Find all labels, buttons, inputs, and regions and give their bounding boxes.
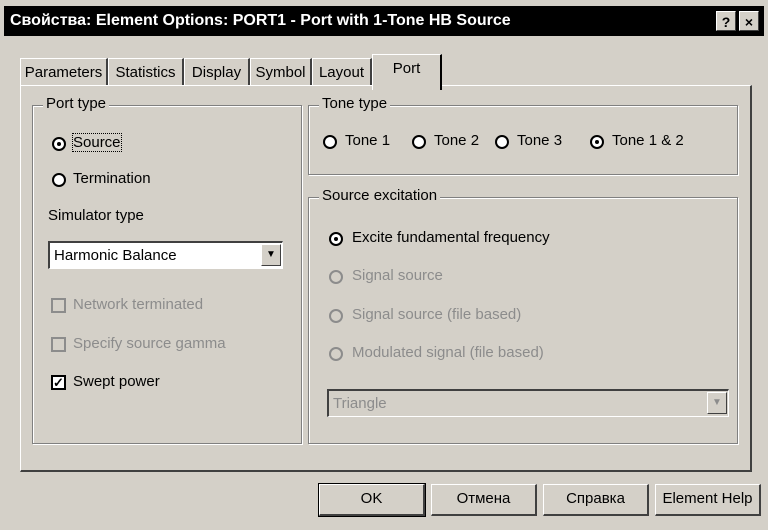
tone1and2-label[interactable]: Tone 1 & 2 — [612, 132, 684, 149]
tab-port[interactable]: Port — [372, 54, 442, 90]
dialog-window: Свойства: Element Options: PORT1 - Port … — [0, 0, 768, 530]
tone2-radio[interactable] — [412, 135, 426, 149]
modulated-signal-label[interactable]: Modulated signal (file based) — [352, 344, 544, 361]
simulator-type-value: Harmonic Balance — [54, 247, 177, 264]
specify-source-gamma-label[interactable]: Specify source gamma — [73, 335, 226, 352]
tone1and2-radio[interactable] — [590, 135, 604, 149]
source-radio[interactable] — [52, 137, 66, 151]
title-bar: Свойства: Element Options: PORT1 - Port … — [4, 6, 764, 36]
tab-panel-port: Port type Source Termination Simulator t… — [20, 85, 752, 472]
tone1-label[interactable]: Tone 1 — [345, 132, 390, 149]
cancel-button[interactable]: Отмена — [431, 484, 537, 516]
simulator-type-select[interactable]: Harmonic Balance ▼ — [48, 241, 283, 269]
tab-symbol[interactable]: Symbol — [250, 58, 312, 86]
termination-radio-label[interactable]: Termination — [73, 170, 151, 187]
tone3-radio[interactable] — [495, 135, 509, 149]
swept-power-label[interactable]: Swept power — [73, 373, 160, 390]
tone-type-group: Tone type Tone 1 Tone 2 Tone 3 Tone 1 & … — [308, 95, 738, 175]
ok-button[interactable]: OK — [318, 483, 426, 517]
excite-fundamental-label[interactable]: Excite fundamental frequency — [352, 229, 550, 246]
tab-statistics[interactable]: Statistics — [108, 58, 184, 86]
excite-fundamental-radio[interactable] — [329, 232, 343, 246]
help-button[interactable]: Справка — [543, 484, 649, 516]
window-title: Свойства: Element Options: PORT1 - Port … — [10, 12, 511, 29]
help-title-button[interactable]: ? — [716, 11, 736, 31]
specify-source-gamma-checkbox[interactable] — [51, 337, 66, 352]
signal-source-file-radio[interactable] — [329, 309, 343, 323]
port-type-legend: Port type — [43, 95, 110, 112]
chevron-down-icon[interactable]: ▼ — [261, 244, 281, 266]
close-button[interactable]: × — [739, 11, 759, 31]
waveform-select[interactable]: Triangle ▼ — [327, 389, 729, 417]
swept-power-checkbox[interactable]: ✓ — [51, 375, 66, 390]
tab-layout[interactable]: Layout — [312, 58, 372, 86]
source-excitation-legend: Source excitation — [319, 187, 441, 204]
modulated-signal-radio[interactable] — [329, 347, 343, 361]
termination-radio[interactable] — [52, 173, 66, 187]
waveform-value: Triangle — [333, 395, 387, 412]
network-terminated-checkbox[interactable] — [51, 298, 66, 313]
signal-source-label[interactable]: Signal source — [352, 267, 443, 284]
element-help-button[interactable]: Element Help — [655, 484, 761, 516]
tab-parameters[interactable]: Parameters — [20, 58, 108, 86]
port-type-group: Port type Source Termination Simulator t… — [32, 95, 302, 444]
tone2-label[interactable]: Tone 2 — [434, 132, 479, 149]
tone1-radio[interactable] — [323, 135, 337, 149]
signal-source-radio[interactable] — [329, 270, 343, 284]
chevron-down-icon[interactable]: ▼ — [707, 392, 727, 414]
source-excitation-group: Source excitation Excite fundamental fre… — [308, 187, 738, 444]
signal-source-file-label[interactable]: Signal source (file based) — [352, 306, 521, 323]
tab-display[interactable]: Display — [184, 58, 250, 86]
network-terminated-label[interactable]: Network terminated — [73, 296, 203, 313]
tone-type-legend: Tone type — [319, 95, 391, 112]
source-radio-label[interactable]: Source — [72, 133, 122, 152]
simulator-type-label: Simulator type — [48, 207, 144, 224]
tone3-label[interactable]: Tone 3 — [517, 132, 562, 149]
